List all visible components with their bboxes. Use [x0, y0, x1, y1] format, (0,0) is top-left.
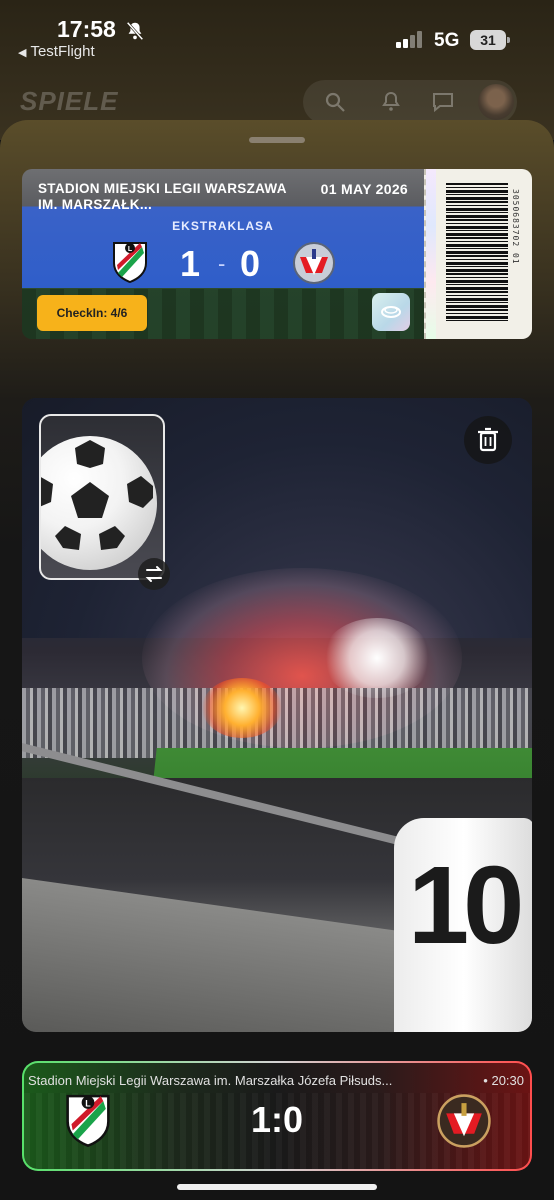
ticket-home-score: 1	[180, 243, 201, 284]
background-app: 17:58 ◀ TestFlight 5G 31 SPIELE	[0, 0, 554, 140]
back-app-label: TestFlight	[30, 43, 95, 60]
bell-slash-icon	[126, 21, 144, 41]
match-photo[interactable]: 10	[22, 398, 532, 1032]
selfie-inset[interactable]	[39, 414, 165, 580]
widzew-crest-icon	[437, 1094, 491, 1148]
ticket-main: STADION MIEJSKI LEGII WARSZAWA IM. MARSZ…	[22, 169, 424, 339]
status-bar: 17:58 ◀ TestFlight 5G 31	[0, 0, 554, 64]
trash-icon	[478, 427, 498, 452]
back-to-app-link[interactable]: ◀ TestFlight	[18, 43, 95, 60]
photo-red-flare	[202, 678, 282, 738]
detail-sheet: STADION MIEJSKI LEGII WARSZAWA IM. MARSZ…	[0, 120, 554, 1200]
soccer-ball-icon	[41, 436, 157, 570]
home-indicator[interactable]	[177, 1184, 377, 1190]
widzew-crest-icon	[293, 242, 335, 284]
ticket-barcode-number: 3050683702 01	[511, 189, 520, 265]
swap-arrows-icon	[145, 566, 163, 582]
bell-icon	[382, 91, 400, 111]
cloud-icon	[381, 306, 401, 318]
ticket-stub: 3050683702 01	[424, 169, 532, 339]
battery-indicator: 31	[470, 30, 510, 50]
match-ticket[interactable]: STADION MIEJSKI LEGII WARSZAWA IM. MARSZ…	[22, 169, 532, 339]
status-time: 17:58	[57, 16, 116, 42]
match-venue: Stadion Miejski Legii Warszawa im. Marsz…	[28, 1073, 393, 1088]
avatar	[478, 84, 514, 120]
ticket-action-button[interactable]	[372, 293, 410, 331]
ticket-hologram-strip	[426, 169, 436, 339]
network-type: 5G	[434, 30, 460, 51]
match-kickoff-time: • 20:30	[483, 1073, 524, 1088]
sheet-grabber[interactable]	[249, 137, 305, 143]
search-icon	[325, 92, 345, 112]
cellular-signal-icon	[396, 30, 426, 48]
ticket-away-score: 0	[240, 243, 261, 284]
ticket-score-separator: -	[218, 251, 226, 276]
checkin-button[interactable]: CheckIn: 4/6	[37, 295, 147, 331]
background-page-title: SPIELE	[20, 86, 119, 116]
back-triangle-icon: ◀	[18, 47, 27, 59]
ticket-date: 01 MAY 2026	[320, 181, 408, 197]
svg-text:L: L	[128, 246, 133, 253]
ticket-league: EKSTRAKLASA	[172, 219, 274, 233]
ticket-barcode	[446, 183, 508, 323]
ticket-venue: STADION MIEJSKI LEGII WARSZAWA IM. MARSZ…	[38, 181, 287, 212]
match-summary-card[interactable]: Stadion Miejski Legii Warszawa im. Marsz…	[22, 1061, 532, 1171]
chat-icon	[433, 93, 453, 113]
legia-crest-icon: L	[113, 242, 147, 283]
photo-jersey-number: 10	[408, 844, 524, 967]
swap-camera-button[interactable]	[138, 558, 170, 590]
photo-white-flare	[322, 618, 432, 698]
delete-photo-button[interactable]	[464, 416, 512, 464]
